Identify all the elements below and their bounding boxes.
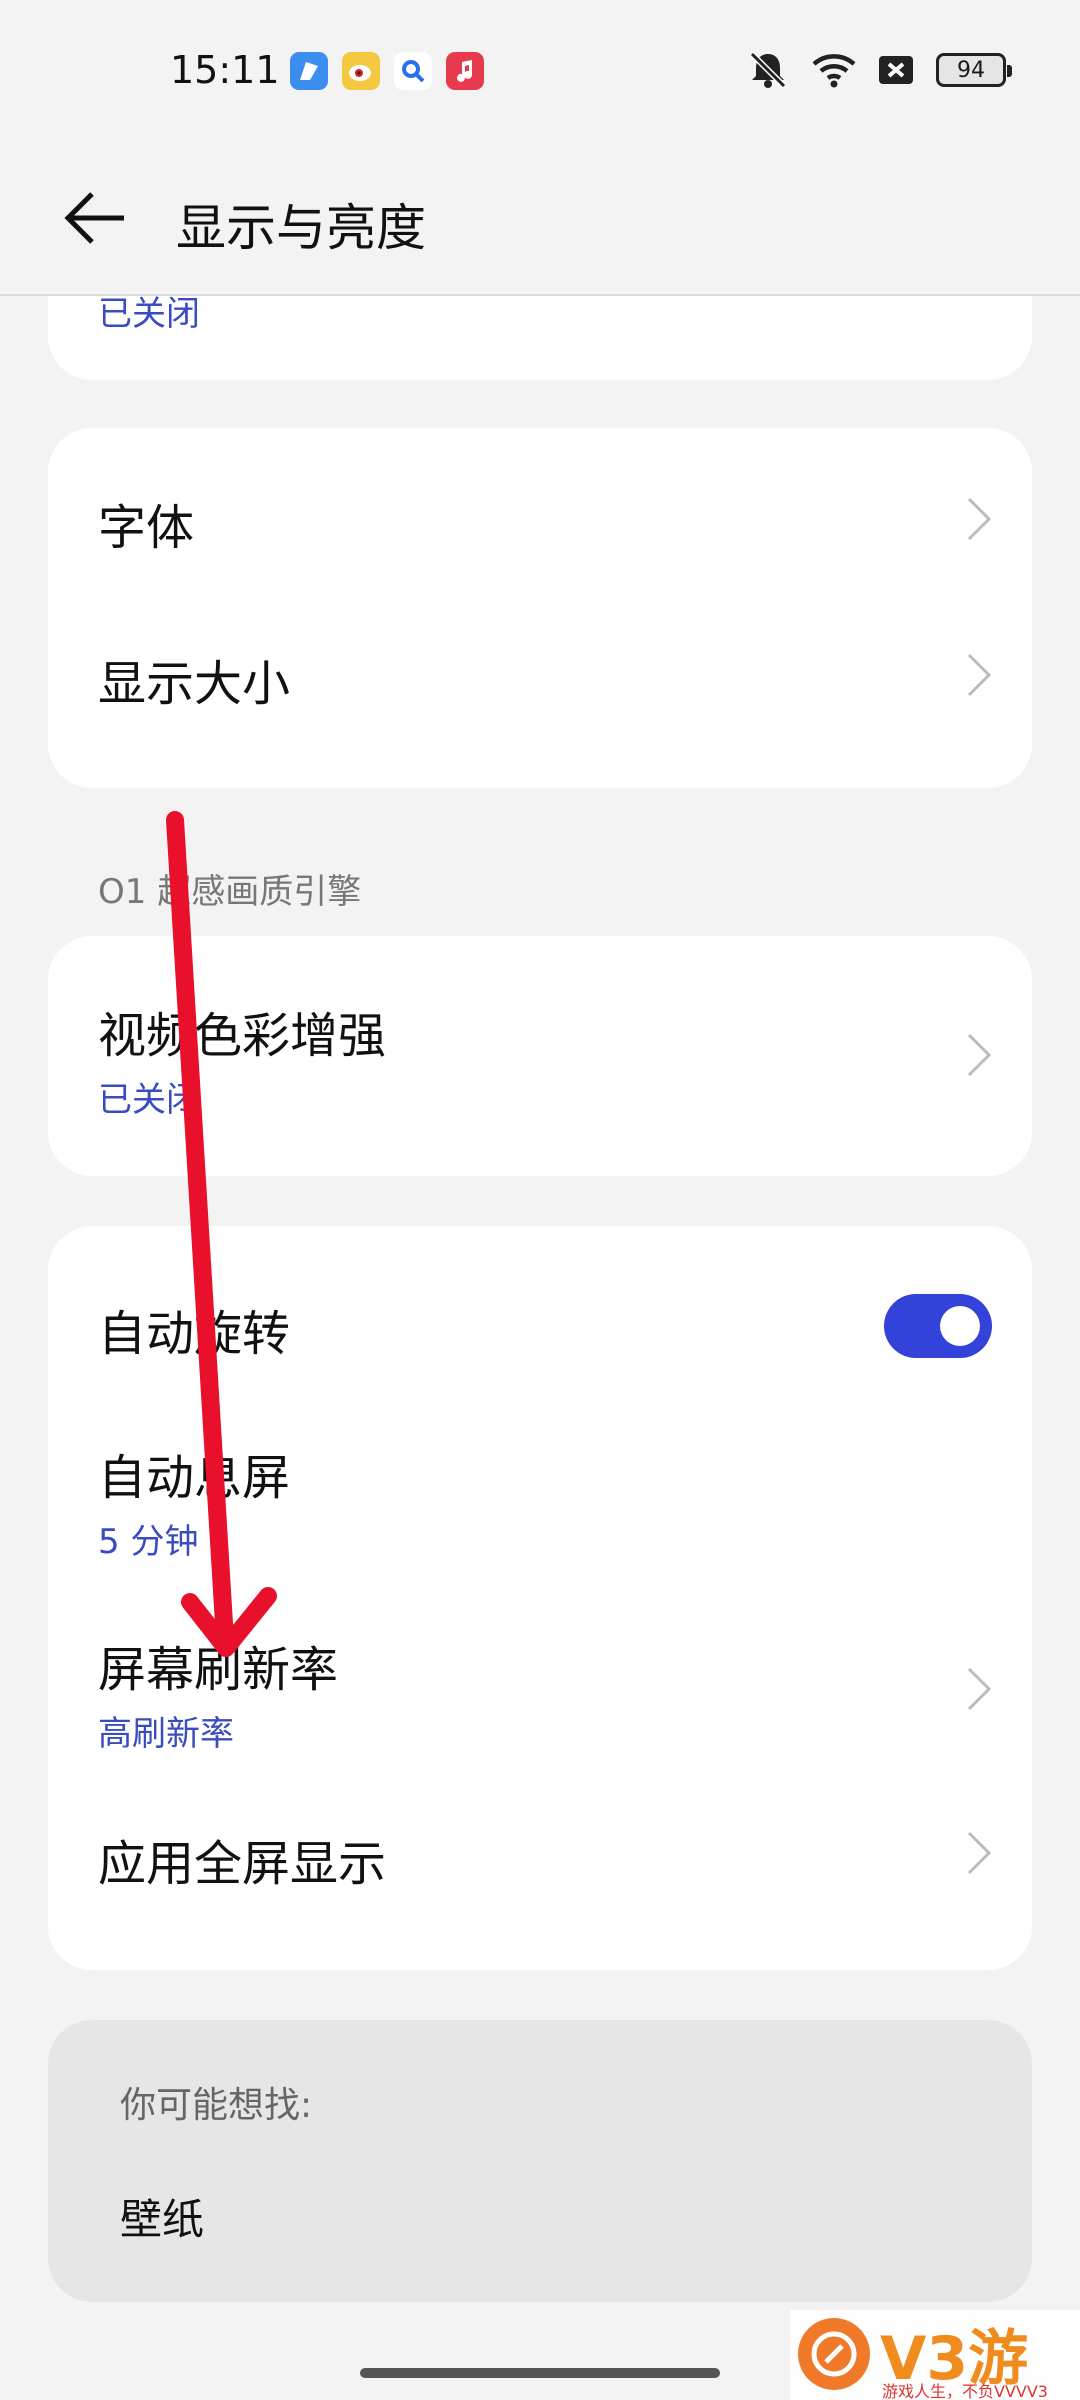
row-fullscreen-title: 应用全屏显示 — [98, 1836, 387, 1892]
row-video-color[interactable]: 视频色彩增强 已关闭 — [98, 996, 992, 1126]
row-auto-sleep-sub: 5 分钟 — [98, 1522, 199, 1562]
auto-rotate-toggle[interactable] — [884, 1294, 992, 1358]
battery-level: 94 — [957, 57, 985, 83]
row-video-color-sub: 已关闭 — [98, 1080, 200, 1120]
row-display-size[interactable]: 显示大小 — [98, 644, 992, 724]
watermark-slogan: 游戏人生，不负VVVV3 — [882, 2382, 1048, 2400]
suggestion-label: 你可能想找: — [120, 2085, 313, 2126]
home-indicator[interactable] — [360, 2368, 720, 2378]
chevron-right-icon — [967, 1831, 992, 1875]
section-label: O1 超感画质引擎 — [98, 872, 362, 912]
row-auto-sleep[interactable]: 自动息屏 5 分钟 — [98, 1438, 992, 1568]
row-fullscreen[interactable]: 应用全屏显示 — [98, 1824, 992, 1904]
card-video: 视频色彩增强 已关闭 — [48, 936, 1032, 1176]
chevron-right-icon — [967, 497, 992, 541]
row-auto-sleep-title: 自动息屏 — [98, 1450, 291, 1506]
card-screen: 自动旋转 自动息屏 5 分钟 屏幕刷新率 高刷新率 应用全屏显示 — [48, 1226, 1032, 1970]
card-font: 字体 显示大小 — [48, 428, 1032, 788]
row-display-size-title: 显示大小 — [98, 656, 291, 712]
suggestion-wallpaper[interactable]: 壁纸 — [120, 2186, 204, 2247]
watermark-logo-icon — [798, 2318, 870, 2390]
row-auto-rotate-title: 自动旋转 — [98, 1306, 291, 1362]
app-header: 显示与亮度 — [0, 140, 1080, 296]
status-time: 15:11 — [170, 48, 280, 92]
back-arrow-icon[interactable] — [62, 190, 130, 246]
row-font[interactable]: 字体 — [98, 488, 992, 568]
row-font-title: 字体 — [98, 500, 195, 556]
row-video-color-title: 视频色彩增强 — [98, 1008, 387, 1064]
watermark: V3游戏 游戏人生，不负VVVV3 — [790, 2310, 1080, 2400]
mute-icon — [749, 51, 787, 89]
app-blue-icon — [290, 52, 328, 90]
weibo-icon — [342, 52, 380, 90]
search-app-icon — [394, 52, 432, 90]
battery-icon: 94 — [936, 53, 1012, 87]
page-title: 显示与亮度 — [176, 199, 426, 257]
notification-icons — [290, 52, 484, 90]
toggle-knob — [940, 1306, 980, 1346]
row-refresh-rate-sub: 高刷新率 — [98, 1714, 234, 1754]
music-icon — [446, 52, 484, 90]
row-auto-rotate[interactable]: 自动旋转 — [98, 1294, 992, 1374]
row-refresh-rate[interactable]: 屏幕刷新率 高刷新率 — [98, 1630, 992, 1760]
system-icons: 94 — [746, 50, 1012, 90]
status-bar: 15:11 94 — [0, 0, 1080, 140]
wifi-icon — [812, 54, 856, 88]
chevron-right-icon — [967, 653, 992, 697]
chevron-right-icon — [967, 1033, 992, 1077]
sim-off-icon — [879, 56, 913, 84]
suggestion-card: 你可能想找: 壁纸 — [48, 2020, 1032, 2302]
row-refresh-rate-title: 屏幕刷新率 — [98, 1642, 339, 1698]
chevron-right-icon — [967, 1667, 992, 1711]
